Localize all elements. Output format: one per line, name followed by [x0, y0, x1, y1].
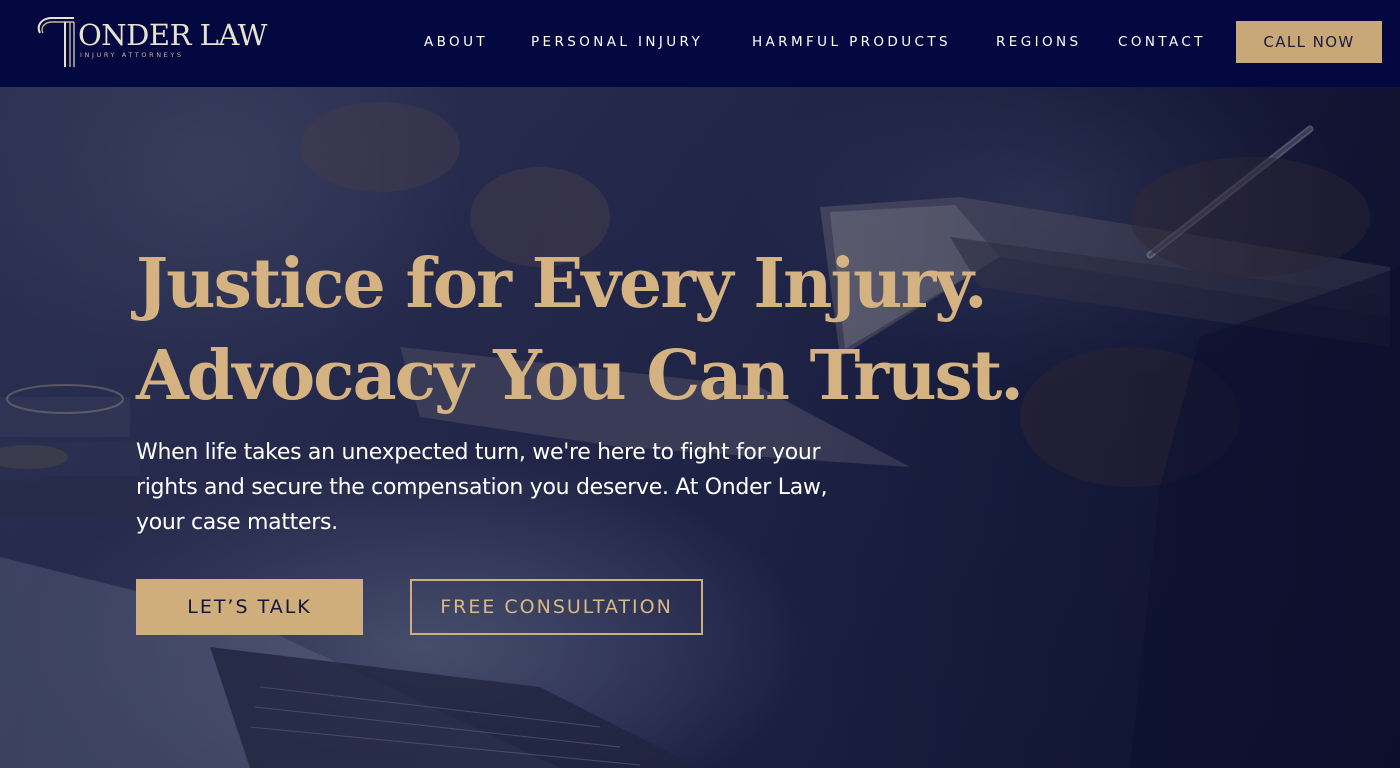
call-now-button[interactable]: CALL NOW — [1236, 21, 1382, 63]
lets-talk-button[interactable]: LET’S TALK — [136, 579, 363, 635]
hero-overlay — [0, 87, 1400, 768]
hero-headline-line2: Advocacy You Can Trust. — [136, 336, 1024, 416]
nav-personal-injury[interactable]: PERSONAL INJURY — [531, 34, 703, 50]
brand-name: ONDER LAW — [78, 18, 267, 52]
hero-background — [0, 87, 1400, 768]
hero-headline-line1: Justice for Every Injury. — [136, 244, 988, 324]
brand-logo[interactable]: ONDER LAW INJURY ATTORNEYS — [32, 11, 267, 71]
nav-harmful-products[interactable]: HARMFUL PRODUCTS — [752, 34, 951, 50]
nav-regions[interactable]: REGIONS — [996, 34, 1081, 50]
logo-pillar-icon — [37, 17, 75, 67]
nav-about[interactable]: ABOUT — [424, 34, 488, 50]
hero-description: When life takes an unexpected turn, we'r… — [136, 440, 828, 535]
site-header: ONDER LAW INJURY ATTORNEYS ABOUT PERSONA… — [0, 0, 1400, 87]
nav-contact[interactable]: CONTACT — [1118, 34, 1206, 50]
brand-tagline: INJURY ATTORNEYS — [80, 51, 184, 59]
hero-headline: Justice for Every Injury. Advocacy You C… — [136, 238, 1136, 422]
free-consultation-button[interactable]: FREE CONSULTATION — [410, 579, 703, 635]
